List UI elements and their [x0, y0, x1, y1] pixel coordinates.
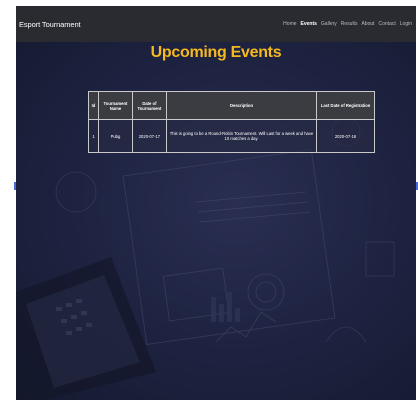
page-frame: Esport Tournament Home Events Gallery Re… — [16, 6, 416, 400]
nav-link-events[interactable]: Events — [301, 21, 317, 27]
cell-id: 1 — [88, 119, 99, 153]
cell-tournament-name: Pubg — [97, 119, 133, 153]
column-header-id: Id — [88, 91, 99, 120]
cell-date: 2020-07-17 — [131, 119, 167, 153]
nav-link-contact[interactable]: Contact — [379, 21, 396, 27]
column-header-description: Description — [165, 91, 318, 120]
cell-description: This is going to be a Round-Robin Tourna… — [165, 119, 318, 153]
column-header-date: Date of Tournament — [131, 91, 167, 120]
nav-link-home[interactable]: Home — [283, 21, 296, 27]
nav-link-gallery[interactable]: Gallery — [321, 21, 337, 27]
table-row: 1 Pubg 2020-07-17 This is going to be a … — [88, 119, 375, 153]
cell-last-date: 2020-07-16 — [316, 119, 375, 153]
navbar: Esport Tournament Home Events Gallery Re… — [16, 6, 416, 42]
nav-link-results[interactable]: Results — [341, 21, 358, 27]
column-header-tournament-name: Tournament Name — [97, 91, 133, 120]
brand-logo-text[interactable]: Esport Tournament — [19, 20, 81, 29]
events-table: Id Tournament Name Date of Tournament De… — [88, 91, 375, 153]
nav-link-login[interactable]: Login — [400, 21, 412, 27]
table-header-row: Id Tournament Name Date of Tournament De… — [88, 91, 375, 120]
page-title: Upcoming Events — [150, 44, 282, 61]
nav-link-about[interactable]: About — [361, 21, 374, 27]
column-header-last-date: Last Date of Registration — [316, 91, 375, 120]
nav-links: Home Events Gallery Results About Contac… — [283, 21, 412, 27]
